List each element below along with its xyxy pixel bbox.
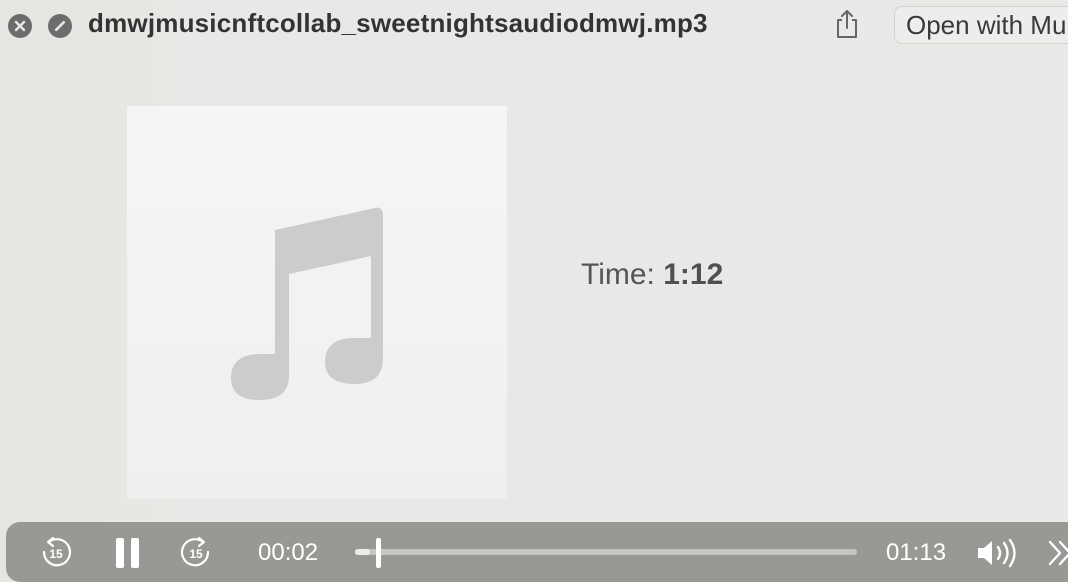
album-artwork — [127, 106, 507, 499]
music-note-icon — [231, 207, 383, 400]
skip-forward-15-button[interactable]: 15 — [179, 536, 213, 570]
close-button[interactable] — [8, 14, 32, 38]
time-info: Time: 1:12 — [581, 258, 723, 292]
chevron-right-icon — [1048, 540, 1068, 566]
close-icon — [14, 20, 26, 32]
open-with-music-button[interactable]: Open with Mu — [894, 6, 1068, 44]
time-label: Time: — [581, 258, 655, 291]
skip-forward-icon: 15 — [180, 536, 210, 567]
total-time: 01:13 — [886, 539, 947, 566]
share-icon — [837, 10, 857, 38]
progress-scrubber[interactable] — [376, 538, 381, 568]
disable-button[interactable] — [48, 14, 72, 38]
pause-bar-left — [116, 538, 124, 568]
more-controls-button[interactable] — [1046, 538, 1068, 568]
progress-fill — [355, 549, 371, 555]
playback-controls: 15 15 00:02 01:13 — [6, 522, 1068, 582]
skip-back-icon: 15 — [42, 536, 72, 567]
progress-track[interactable] — [355, 549, 857, 555]
skip-back-label: 15 — [49, 547, 63, 561]
pause-button[interactable] — [116, 538, 140, 568]
volume-button[interactable] — [976, 538, 1020, 568]
time-value: 1:12 — [663, 258, 724, 291]
slash-circle-icon — [54, 20, 66, 32]
window-title: dmwjmusicnftcollab_sweetnightsaudiodmwj.… — [88, 8, 708, 38]
share-button[interactable] — [833, 8, 861, 40]
skip-forward-label: 15 — [189, 547, 203, 561]
pause-bar-right — [131, 538, 139, 568]
title-bar: dmwjmusicnftcollab_sweetnightsaudiodmwj.… — [0, 0, 1068, 50]
speaker-icon — [978, 538, 1016, 568]
elapsed-time: 00:02 — [258, 539, 319, 566]
skip-back-15-button[interactable]: 15 — [39, 536, 73, 570]
